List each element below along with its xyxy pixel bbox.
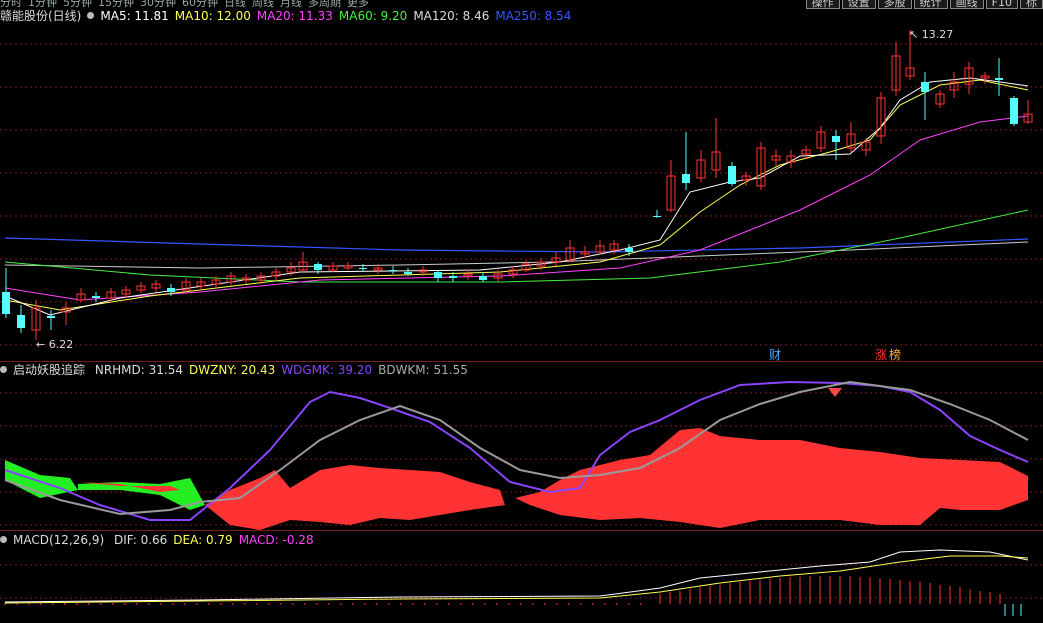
legend-value: DWZNY: 20.43: [189, 363, 276, 377]
candle-body: [653, 216, 661, 217]
legend-value: MACD: -0.28: [238, 533, 314, 547]
settings-dot-icon[interactable]: [0, 366, 7, 373]
candle-body: [167, 288, 175, 292]
indicator-title[interactable]: 启动妖股追踪: [13, 363, 85, 377]
candle-body: [479, 276, 487, 280]
low-price-label: ← 6.22: [36, 338, 74, 351]
candle-body: [1010, 98, 1018, 124]
candle-body: [995, 78, 1003, 80]
high-price-value: 13.27: [921, 28, 954, 41]
ma120-line: [4, 241, 1029, 269]
macd-legend: MACD(12,26,9) DIF: 0.66 DEA: 0.79 MACD: -0…: [0, 532, 326, 548]
candle-body: [832, 136, 840, 142]
candle-body: [434, 272, 442, 278]
indicator-legend: 启动妖股追踪 NRHMD: 31.54 DWZNY: 20.43 WDGMK: 39…: [0, 362, 480, 378]
candle-body: [47, 316, 55, 318]
candle-body: [625, 248, 633, 252]
candle-body: [359, 268, 367, 269]
legend-value: NRHMD: 31.54: [94, 363, 183, 377]
red-area: [205, 465, 505, 530]
red-area: [515, 428, 1028, 528]
candle-body: [17, 315, 25, 328]
panel-divider: [0, 530, 1043, 531]
ma5-line: [4, 77, 1029, 316]
candle-body: [2, 292, 10, 314]
candle-body: [92, 296, 100, 298]
ma250-line: [4, 237, 1029, 253]
moving-average-lines: [4, 77, 1029, 316]
candle-body: [314, 264, 322, 270]
dif-line: [4, 549, 1029, 603]
candlesticks: [2, 30, 1033, 340]
candle-body: [389, 270, 397, 271]
candle-body: [449, 276, 457, 278]
candle-body: [682, 174, 690, 183]
candle-body: [404, 272, 412, 274]
high-price-label: ↖ 13.27: [909, 28, 954, 41]
legend-value: BDWKM: 51.55: [378, 363, 468, 377]
macd-title[interactable]: MACD(12,26,9): [13, 533, 104, 547]
low-price-value: 6.22: [48, 338, 74, 351]
macd-chart: [4, 549, 1029, 616]
legend-value: WDGMK: 39.20: [281, 363, 373, 377]
candle-body: [921, 82, 929, 92]
legend-value: DIF: 0.66: [113, 533, 168, 547]
legend-value: DEA: 0.79: [173, 533, 233, 547]
candle-body: [728, 166, 736, 184]
settings-dot-icon[interactable]: [0, 536, 7, 543]
